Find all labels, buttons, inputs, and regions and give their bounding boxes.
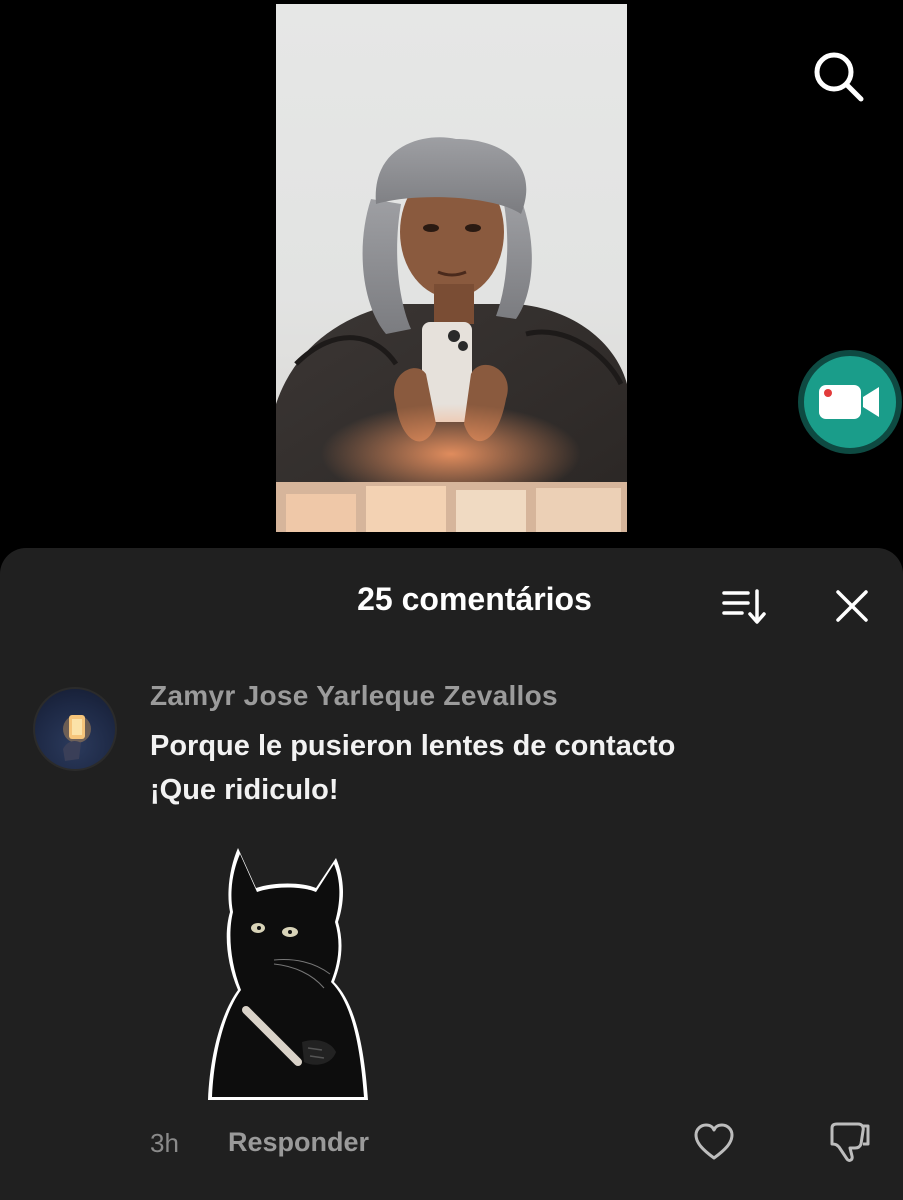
close-icon xyxy=(836,590,868,622)
thumbs-down-icon xyxy=(830,1122,870,1162)
video-thumbnail[interactable] xyxy=(276,4,627,532)
comments-sheet: 25 comentários Zamyr Jose Yarleque Zeval… xyxy=(0,548,903,1200)
close-comments-button[interactable] xyxy=(832,586,872,626)
sort-comments-button[interactable] xyxy=(722,586,766,626)
video-camera-icon xyxy=(819,385,879,419)
comment-text-line: Porque le pusieron lentes de contacto xyxy=(150,730,676,762)
comment-timestamp: 3h xyxy=(150,1128,179,1158)
search-icon xyxy=(814,52,864,102)
comment-item: Zamyr Jose Yarleque Zevallos Porque le p… xyxy=(0,676,903,1196)
comment-username[interactable]: Zamyr Jose Yarleque Zevallos xyxy=(150,680,558,712)
comments-count-title: 25 comentários xyxy=(357,581,592,617)
dislike-button[interactable] xyxy=(828,1120,872,1164)
avatar[interactable] xyxy=(33,687,117,771)
like-button[interactable] xyxy=(693,1122,735,1162)
video-call-button[interactable] xyxy=(798,350,902,454)
search-button[interactable] xyxy=(808,46,868,106)
heart-icon xyxy=(694,1123,734,1160)
comment-text-line: ¡Que ridiculo! xyxy=(150,774,339,806)
sort-icon xyxy=(722,589,766,624)
video-player[interactable] xyxy=(0,0,903,560)
comment-text: Porque le pusieron lentes de contacto ¡Q… xyxy=(150,724,790,812)
reply-button[interactable]: Responder xyxy=(228,1127,369,1158)
black-cat-sticker[interactable] xyxy=(204,842,372,1104)
